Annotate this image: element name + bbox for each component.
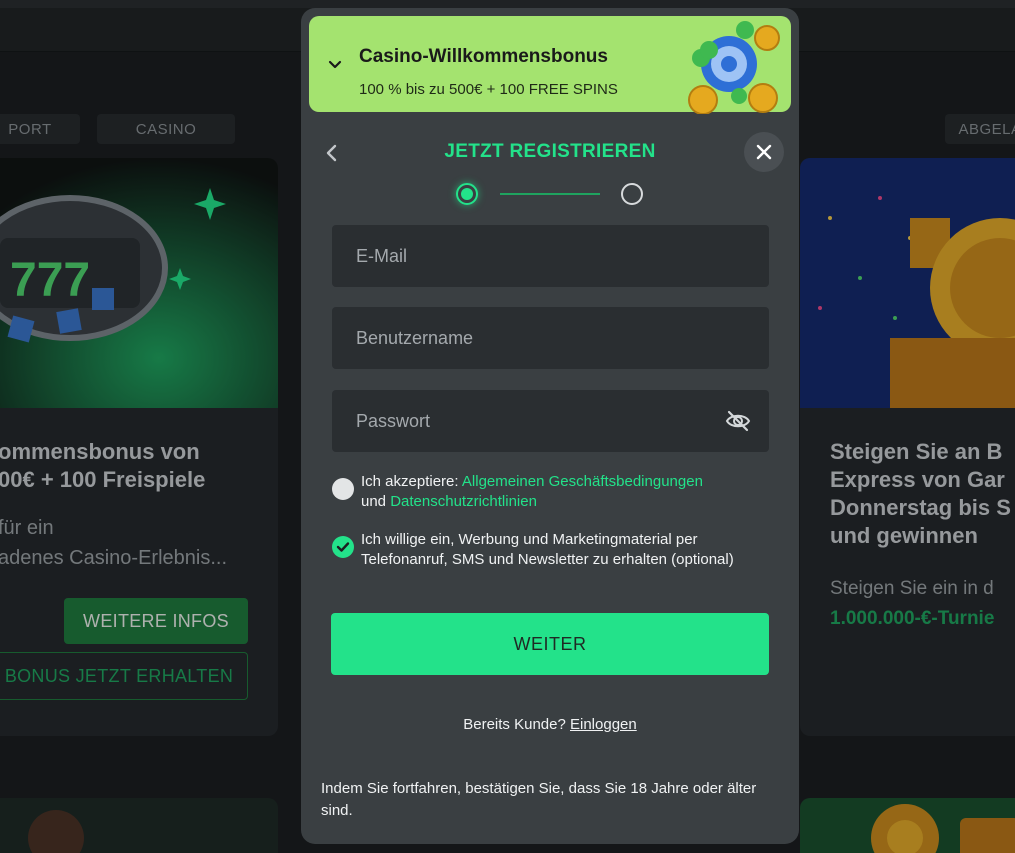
chevron-down-icon[interactable] <box>325 54 345 74</box>
step-indicator-2 <box>621 183 643 205</box>
email-field[interactable] <box>332 225 769 287</box>
password-field-wrapper <box>332 390 769 452</box>
close-icon <box>756 144 772 160</box>
terms-checkbox[interactable] <box>332 478 354 500</box>
username-field-wrapper <box>332 307 769 369</box>
close-button[interactable] <box>744 132 784 172</box>
welcome-bonus-banner[interactable]: Casino-Willkommensbonus 100 % bis zu 500… <box>309 16 791 114</box>
marketing-checkbox[interactable] <box>332 536 354 558</box>
password-field[interactable] <box>332 390 769 452</box>
bonus-title: Casino-Willkommensbonus <box>359 46 608 67</box>
login-prompt: Bereits Kunde? Einloggen <box>301 716 799 733</box>
bonus-subtitle: 100 % bis zu 500€ + 100 FREE SPINS <box>359 81 618 98</box>
login-prompt-text: Bereits Kunde? <box>463 716 570 733</box>
age-confirmation-note: Indem Sie fortfahren, bestätigen Sie, da… <box>321 780 757 819</box>
privacy-link[interactable]: Datenschutzrichtlinien <box>390 493 537 510</box>
login-link[interactable]: Einloggen <box>570 716 637 733</box>
registration-modal: Casino-Willkommensbonus 100 % bis zu 500… <box>301 8 799 844</box>
terms-prefix: Ich akzeptiere: <box>361 473 462 490</box>
step-connector <box>500 193 600 195</box>
username-field[interactable] <box>332 307 769 369</box>
terms-and: und <box>361 493 391 510</box>
terms-label: Ich akzeptiere: Allgemeinen Geschäftsbed… <box>361 472 761 512</box>
marketing-label: Ich willige ein, Werbung und Marketingma… <box>361 531 734 568</box>
register-title: JETZT REGISTRIEREN <box>444 141 656 162</box>
eye-off-icon[interactable] <box>725 409 751 433</box>
checkmark-icon <box>336 542 350 552</box>
continue-button[interactable]: WEITER <box>331 613 769 675</box>
email-field-wrapper <box>332 225 769 287</box>
casino-chips-icon <box>688 21 780 114</box>
agb-link[interactable]: Allgemeinen Geschäftsbedingungen <box>462 473 703 490</box>
step-indicator-1 <box>456 183 478 205</box>
